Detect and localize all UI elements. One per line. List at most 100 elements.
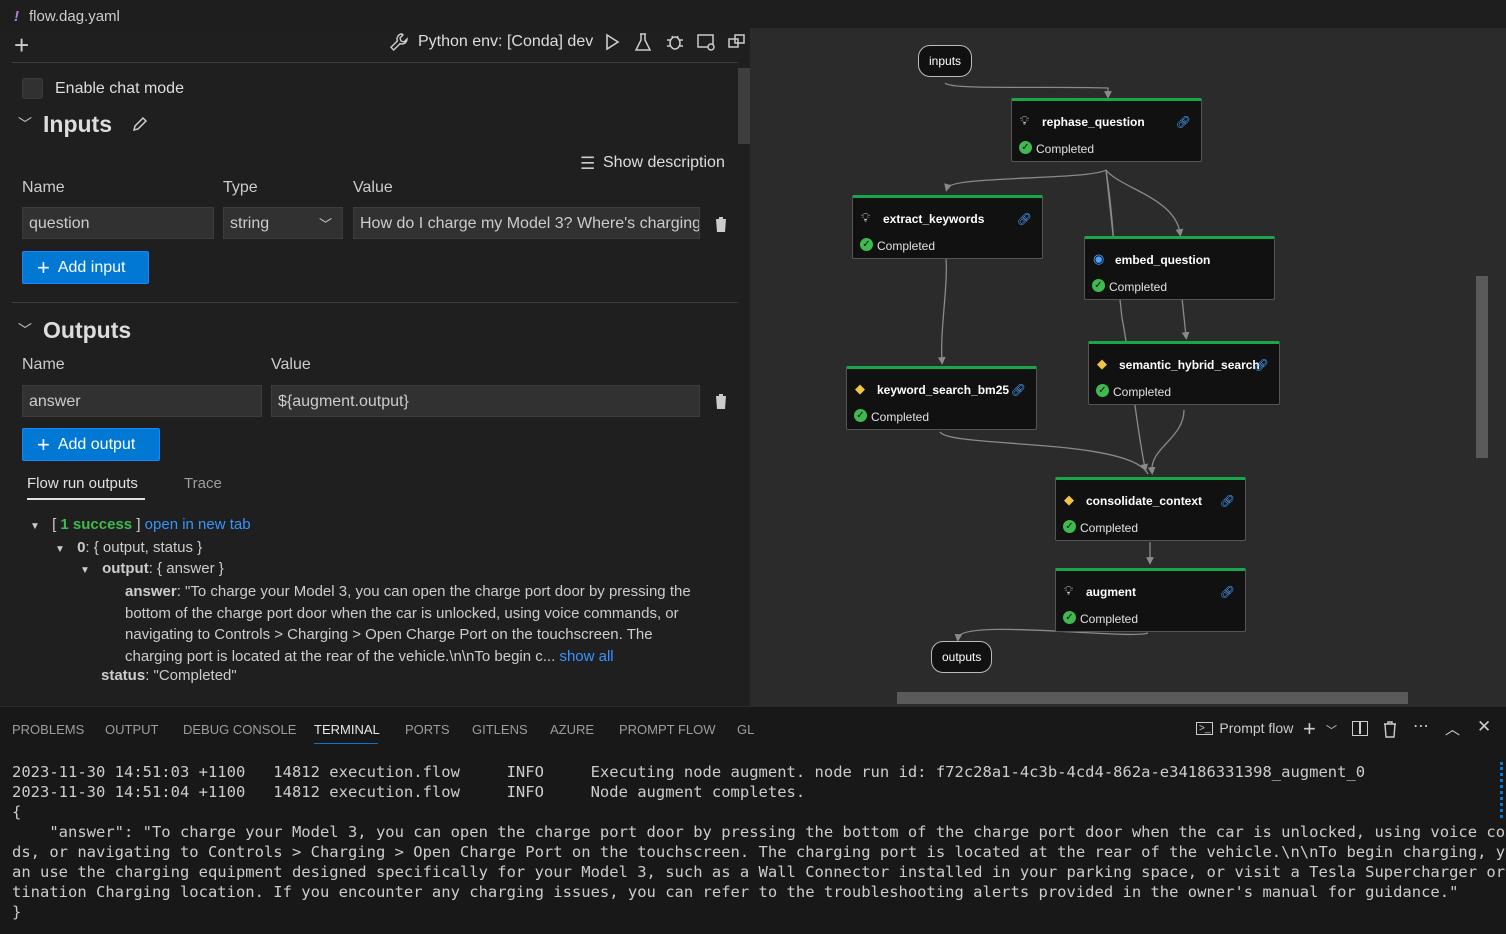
input-type-value: string (230, 215, 270, 232)
node-rephase-question[interactable]: 💡︎ rephase_question 🔗︎ ✓ Completed (1011, 98, 1202, 162)
graph-outputs-node[interactable]: outputs (931, 641, 993, 673)
link-icon[interactable]: 🔗︎ (1220, 494, 1235, 508)
add-output-button[interactable]: + Add output (22, 428, 160, 461)
link-icon[interactable]: 🔗︎ (1011, 383, 1026, 397)
expand-triangle-icon[interactable]: ▼ (55, 544, 65, 555)
add-input-button[interactable]: + Add input (22, 251, 149, 284)
tab-terminal[interactable]: TERMINAL (314, 722, 380, 737)
status-key: status (101, 667, 146, 684)
node-status: Completed (871, 410, 930, 424)
tab-gitlens[interactable]: GITLENS (472, 722, 528, 737)
add-icon[interactable]: + (14, 30, 29, 61)
node-status: Completed (1113, 385, 1172, 399)
link-icon[interactable]: 🔗︎ (1254, 358, 1269, 372)
run-icon[interactable] (603, 33, 621, 56)
delete-output-trash-icon[interactable] (713, 392, 729, 415)
edge (1105, 169, 1184, 237)
node-semantic-hybrid-search[interactable]: ◆ semantic_hybrid_search 🔗︎ ✓ Completed (1088, 341, 1280, 405)
answer-key: answer (125, 583, 177, 600)
maximize-panel-chevron-up-icon[interactable]: ︿ (1445, 718, 1460, 739)
node-extract-keywords[interactable]: 💡︎ extract_keywords 🔗︎ ✓ Completed (852, 195, 1043, 259)
show-description-button[interactable]: Show description (603, 154, 725, 172)
flask-icon[interactable] (634, 32, 652, 57)
answer-line-1: : "To charge your Model 3, you can open … (176, 583, 691, 600)
node-embed-question[interactable]: ◉ embed_question ✓ Completed (1084, 236, 1275, 300)
input-value-field[interactable]: How do I charge my Model 3? Where's char… (353, 207, 700, 239)
show-all-link[interactable]: show all (559, 648, 613, 665)
outputs-collapse-chevron-icon[interactable]: ﹀ (18, 320, 32, 340)
terminal-selector[interactable]: >_ Prompt flow (1196, 720, 1293, 736)
expand-triangle-icon[interactable]: ▼ (30, 521, 40, 532)
edit-pencil-icon[interactable] (131, 115, 149, 138)
tree-status: status: "Completed" (101, 667, 237, 684)
tab-ports[interactable]: PORTS (405, 722, 450, 737)
debug-icon[interactable] (665, 32, 685, 57)
flow-graph-canvas[interactable]: inputs 💡︎ rephase_question 🔗︎ ✓ Complete… (750, 28, 1506, 706)
open-in-new-tab-link[interactable]: open in new tab (145, 516, 251, 533)
terminal-line: an use the charging equipment designed s… (12, 863, 1506, 881)
chevron-down-icon[interactable]: ﹀ (1326, 722, 1337, 738)
input-name-field[interactable]: question (22, 207, 214, 239)
output-summary: : { answer } (148, 560, 224, 577)
tab-prompt-flow[interactable]: PROMPT FLOW (619, 722, 716, 737)
visual-editor-icon[interactable] (696, 32, 716, 57)
editor-tab[interactable]: ! flow.dag.yaml (0, 0, 134, 32)
output-value-field[interactable]: ${augment.output} (271, 385, 700, 417)
inputs-collapse-chevron-icon[interactable]: ﹀ (18, 114, 32, 134)
kill-terminal-trash-icon[interactable] (1382, 720, 1398, 743)
check-circle-icon: ✓ (1063, 611, 1076, 624)
graph-inputs-node[interactable]: inputs (918, 45, 973, 77)
tab-flow-run-outputs[interactable]: Flow run outputs (27, 475, 138, 492)
node-title: semantic_hybrid_search (1119, 358, 1260, 372)
delete-input-trash-icon[interactable] (713, 215, 729, 238)
tree-item-0: ▼ 0: { output, status } (55, 539, 202, 556)
layout-icon[interactable] (727, 32, 747, 57)
link-icon[interactable]: 🔗︎ (1017, 212, 1032, 226)
node-status: Completed (1080, 521, 1139, 535)
node-consolidate-context[interactable]: ◆ consolidate_context 🔗︎ ✓ Completed (1055, 477, 1246, 541)
edge (939, 431, 1149, 475)
tab-gl[interactable]: GL (737, 722, 754, 737)
tab-output[interactable]: OUTPUT (105, 722, 158, 737)
close-panel-icon[interactable]: ✕ (1477, 717, 1491, 737)
terminal-scroll-marker (1500, 762, 1503, 818)
tree-open-bracket: [ (52, 516, 57, 533)
tab-debug-console[interactable]: DEBUG CONSOLE (183, 722, 296, 737)
graph-vertical-scrollbar[interactable] (1476, 276, 1488, 458)
check-circle-icon: ✓ (860, 238, 873, 251)
flow-editor-panel: + Python env: [Conda] dev Enable chat mo… (0, 30, 750, 706)
node-title: embed_question (1115, 253, 1211, 267)
expand-triangle-icon[interactable]: ▼ (80, 565, 90, 576)
outputs-name-header: Name (22, 356, 65, 373)
plus-icon: + (37, 254, 50, 280)
node-keyword-search-bm25[interactable]: ◆ keyword_search_bm25 🔗︎ ✓ Completed (846, 366, 1037, 430)
graph-horizontal-scrollbar[interactable] (897, 692, 1408, 704)
outputs-value-header: Value (271, 356, 311, 373)
link-icon[interactable]: 🔗︎ (1220, 585, 1235, 599)
tab-title: flow.dag.yaml (29, 8, 120, 25)
link-icon[interactable]: 🔗︎ (1176, 115, 1191, 129)
check-circle-icon: ✓ (1063, 520, 1076, 533)
item-summary: : { output, status } (85, 539, 203, 556)
terminal-line: "answer": "To charge your Model 3, you c… (12, 823, 1506, 841)
success-count: 1 success (60, 516, 133, 533)
input-type-select[interactable]: string ﹀ (223, 207, 343, 239)
tab-azure[interactable]: AZURE (550, 722, 594, 737)
split-terminal-icon[interactable] (1352, 721, 1368, 736)
more-actions-icon[interactable]: ⋯ (1413, 716, 1429, 736)
menu-lines-icon[interactable]: ☰ (580, 154, 595, 174)
wrench-icon[interactable] (389, 32, 409, 57)
output-name-field[interactable]: answer (22, 385, 262, 417)
chat-mode-checkbox[interactable] (22, 78, 43, 99)
lightbulb-icon: 💡︎ (1064, 583, 1074, 598)
node-status: Completed (1109, 280, 1168, 294)
tab-trace[interactable]: Trace (184, 475, 222, 492)
node-status: Completed (877, 239, 936, 253)
terminal-line: 2023-11-30 14:51:04 +1100 14812 executio… (12, 783, 806, 801)
node-augment[interactable]: 💡︎ augment 🔗︎ ✓ Completed (1055, 568, 1246, 632)
new-terminal-plus-icon[interactable]: + (1303, 716, 1316, 742)
left-scrollbar-thumb[interactable] (738, 68, 750, 144)
tab-problems[interactable]: PROBLEMS (12, 722, 84, 737)
python-env-label[interactable]: Python env: [Conda] dev (418, 33, 593, 51)
terminal-line: { (12, 803, 22, 821)
